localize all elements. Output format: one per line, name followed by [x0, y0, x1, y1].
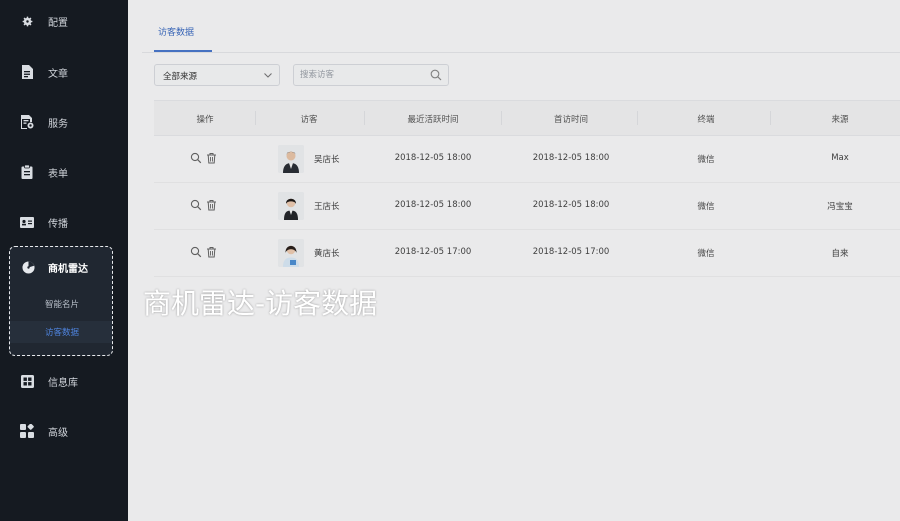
tab-visitor-data[interactable]: 访客数据 — [158, 25, 194, 51]
main-panel: 访客数据 全部来源 操作 访客 最近活跃时间 首访时间 终端 来源 — [142, 10, 900, 521]
row-actions — [190, 152, 220, 166]
visitor-name: 黄店长 — [314, 249, 340, 259]
sidebar-item-label: 服务 — [48, 118, 68, 130]
column-divider — [364, 111, 365, 125]
sidebar-item-label: 配置 — [48, 17, 68, 29]
view-icon[interactable] — [190, 199, 202, 214]
sidebar-item-label: 文章 — [48, 68, 68, 80]
first-visit-time: 2018-12-05 18:00 — [532, 153, 610, 163]
sidebar-item-article[interactable]: 文章 — [0, 60, 128, 84]
row-actions — [190, 199, 220, 213]
sidebar-subitem-visitor-data[interactable]: 访客数据 — [10, 321, 112, 343]
table-row: 吴店长 2018-12-05 18:00 2018-12-05 18:00 微信… — [154, 136, 900, 183]
sidebar-item-label: 表单 — [48, 168, 68, 180]
gear-icon — [20, 14, 34, 28]
terminal: 微信 — [697, 155, 715, 165]
sidebar-subitem-label: 智能名片 — [45, 300, 80, 310]
delete-icon[interactable] — [206, 152, 217, 167]
visitor-name: 王店长 — [314, 202, 340, 212]
sidebar-item-radar[interactable]: 商机雷达 — [10, 255, 112, 279]
delete-icon[interactable] — [206, 199, 217, 214]
first-visit-time: 2018-12-05 18:00 — [532, 200, 610, 210]
sidebar-item-label: 信息库 — [48, 377, 78, 389]
sidebar-item-label: 商机雷达 — [48, 264, 88, 275]
terminal: 微信 — [697, 249, 715, 259]
column-header: 终端 — [697, 115, 715, 125]
table-row: 王店长 2018-12-05 18:00 2018-12-05 18:00 微信… — [154, 183, 900, 230]
search-icon[interactable] — [430, 69, 442, 84]
radar-icon — [22, 261, 35, 277]
sidebar-subitem-smart-card[interactable]: 智能名片 — [10, 293, 112, 315]
terminal: 微信 — [697, 202, 715, 212]
search-input[interactable] — [300, 68, 424, 82]
avatar — [278, 145, 304, 173]
tab-active-indicator — [154, 50, 212, 52]
sidebar: 配置 文章 服务 表单 传播 商机雷达 智能名片 访客数据 信息库 高级 — [0, 0, 128, 521]
last-active-time: 2018-12-05 18:00 — [394, 200, 472, 210]
column-divider — [255, 111, 256, 125]
last-active-time: 2018-12-05 18:00 — [394, 153, 472, 163]
table-header: 操作 访客 最近活跃时间 首访时间 终端 来源 — [154, 100, 900, 136]
visitor-name: 吴店长 — [314, 155, 340, 165]
sidebar-item-advanced[interactable]: 高级 — [0, 419, 128, 443]
service-icon — [20, 115, 34, 129]
grid-icon — [20, 374, 34, 388]
sidebar-item-form[interactable]: 表单 — [0, 160, 128, 184]
sidebar-item-config[interactable]: 配置 — [0, 9, 128, 33]
view-icon[interactable] — [190, 152, 202, 167]
caption-title: 商机雷达-访客数据 — [143, 287, 378, 320]
delete-icon[interactable] — [206, 246, 217, 261]
chevron-down-icon — [263, 69, 273, 84]
source-select[interactable]: 全部来源 — [154, 64, 280, 86]
column-header: 最近活跃时间 — [407, 115, 459, 125]
avatar — [278, 239, 304, 267]
apps-icon — [20, 424, 34, 438]
sidebar-item-label: 高级 — [48, 427, 68, 439]
avatar — [278, 192, 304, 220]
sidebar-item-spread[interactable]: 传播 — [0, 210, 128, 234]
table-row: 黄店长 2018-12-05 17:00 2018-12-05 17:00 微信… — [154, 230, 900, 277]
view-icon[interactable] — [190, 246, 202, 261]
column-header: 操作 — [196, 115, 214, 125]
column-header: 首访时间 — [553, 115, 589, 125]
tab-bar: 访客数据 — [142, 10, 900, 53]
source: 自来 — [831, 249, 849, 259]
column-header: 访客 — [300, 115, 318, 125]
column-divider — [637, 111, 638, 125]
visitor-search — [293, 64, 449, 86]
last-active-time: 2018-12-05 17:00 — [394, 247, 472, 257]
document-icon — [20, 65, 34, 79]
column-divider — [501, 111, 502, 125]
sidebar-item-service[interactable]: 服务 — [0, 110, 128, 134]
source-select-value: 全部来源 — [163, 72, 198, 82]
row-actions — [190, 246, 220, 260]
sidebar-group-radar: 商机雷达 智能名片 访客数据 — [9, 246, 113, 356]
id-card-icon — [20, 215, 34, 229]
clipboard-icon — [20, 165, 34, 179]
source: Max — [831, 153, 849, 163]
first-visit-time: 2018-12-05 17:00 — [532, 247, 610, 257]
sidebar-item-library[interactable]: 信息库 — [0, 369, 128, 393]
source: 冯宝宝 — [827, 202, 853, 212]
sidebar-subitem-label: 访客数据 — [45, 328, 80, 338]
column-header: 来源 — [831, 115, 849, 125]
sidebar-item-label: 传播 — [48, 218, 68, 230]
column-divider — [770, 111, 771, 125]
